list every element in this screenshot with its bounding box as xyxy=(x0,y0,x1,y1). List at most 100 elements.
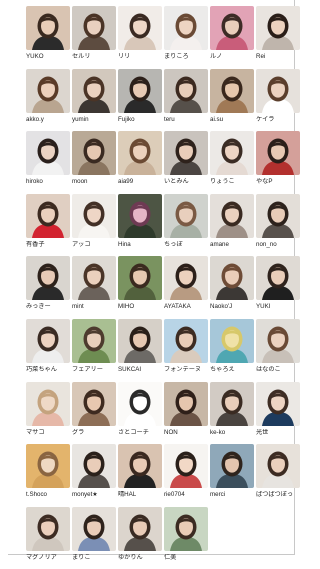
member-name[interactable]: はなのこ xyxy=(256,366,302,374)
member-avatar[interactable] xyxy=(210,318,254,363)
member-name[interactable]: ai.su xyxy=(210,116,256,124)
member-avatar[interactable] xyxy=(256,381,300,426)
member-tile[interactable]: セルリ xyxy=(72,6,118,69)
member-name[interactable]: やなP xyxy=(256,178,302,186)
member-tile[interactable]: アッコ xyxy=(72,193,118,257)
member-tile[interactable]: フォンテーヌ xyxy=(164,318,210,382)
member-avatar[interactable] xyxy=(72,381,116,426)
member-tile[interactable]: non_no xyxy=(256,193,302,257)
member-name[interactable]: SUKCAI xyxy=(118,366,164,374)
member-name[interactable]: ちっぽ xyxy=(164,241,210,249)
member-name[interactable]: りょうこ xyxy=(210,178,256,186)
member-tile[interactable]: ke-ko xyxy=(210,381,256,445)
member-avatar[interactable] xyxy=(210,193,254,238)
member-tile[interactable]: monyet★ xyxy=(72,444,118,507)
member-name[interactable]: YUKI xyxy=(256,303,302,311)
member-name[interactable]: さとコーチ xyxy=(118,429,164,437)
member-avatar[interactable] xyxy=(210,256,254,301)
member-name[interactable]: AYATAKA xyxy=(164,303,210,311)
member-avatar[interactable] xyxy=(256,68,300,113)
member-avatar[interactable] xyxy=(164,318,208,363)
member-name[interactable]: 巧菜ちゃん xyxy=(26,366,72,374)
member-name[interactable]: 有香子 xyxy=(26,241,72,249)
member-tile[interactable]: やなP xyxy=(256,131,302,194)
member-name[interactable]: teru xyxy=(164,116,210,124)
member-name[interactable]: ルノ xyxy=(210,53,256,61)
member-tile[interactable]: ケイラ xyxy=(256,68,302,132)
member-tile[interactable]: SUKCAI xyxy=(118,318,164,382)
member-avatar[interactable] xyxy=(118,256,162,301)
member-avatar[interactable] xyxy=(118,6,162,50)
member-tile[interactable]: aia99 xyxy=(118,131,164,194)
member-name[interactable]: アッコ xyxy=(72,241,118,249)
member-avatar[interactable] xyxy=(26,506,70,551)
member-tile[interactable]: ルノ xyxy=(210,6,256,69)
member-tile[interactable]: 有香子 xyxy=(26,193,72,257)
member-name[interactable]: Fujiko xyxy=(118,116,164,124)
member-avatar[interactable] xyxy=(26,318,70,363)
member-name[interactable]: monyet★ xyxy=(72,491,118,499)
member-tile[interactable]: Hina xyxy=(118,193,164,257)
member-tile[interactable]: 巧菜ちゃん xyxy=(26,318,72,382)
member-tile[interactable]: マグノリア xyxy=(26,506,72,569)
member-tile[interactable]: mint xyxy=(72,256,118,319)
member-name[interactable]: MIHO xyxy=(118,303,164,311)
member-name[interactable]: Naoko'J xyxy=(210,303,256,311)
member-avatar[interactable] xyxy=(118,506,162,551)
member-name[interactable]: 光世 xyxy=(256,429,302,437)
member-avatar[interactable] xyxy=(210,68,254,113)
member-avatar[interactable] xyxy=(164,6,208,50)
member-tile[interactable]: フェアリー xyxy=(72,318,118,382)
member-tile[interactable]: YUKI xyxy=(256,256,302,319)
member-tile[interactable]: akko.y xyxy=(26,68,72,132)
member-tile[interactable]: AYATAKA xyxy=(164,256,210,319)
member-name[interactable]: ケイラ xyxy=(256,116,302,124)
member-name[interactable]: 晴HAL xyxy=(118,491,164,499)
member-name[interactable]: ちゃろえ xyxy=(210,366,256,374)
member-name[interactable]: ぱつぱつぼっ xyxy=(256,491,302,499)
member-name[interactable]: non_no xyxy=(256,241,302,249)
member-tile[interactable]: みっきー xyxy=(26,256,72,319)
member-avatar[interactable] xyxy=(256,193,300,238)
member-avatar[interactable] xyxy=(256,6,300,50)
member-tile[interactable]: Naoko'J xyxy=(210,256,256,319)
member-tile[interactable]: NON xyxy=(164,381,210,445)
member-avatar[interactable] xyxy=(26,131,70,176)
member-tile[interactable]: YUKO xyxy=(26,6,72,69)
member-name[interactable]: aia99 xyxy=(118,178,164,186)
member-name[interactable]: リリ xyxy=(118,53,164,61)
member-avatar[interactable] xyxy=(256,318,300,363)
member-avatar[interactable] xyxy=(118,68,162,113)
member-tile[interactable]: 光世 xyxy=(256,381,302,445)
member-name[interactable]: merci xyxy=(210,491,256,499)
member-name[interactable]: moon xyxy=(72,178,118,186)
member-tile[interactable]: マサコ xyxy=(26,381,72,445)
member-avatar[interactable] xyxy=(118,193,162,238)
member-avatar[interactable] xyxy=(26,444,70,489)
member-tile[interactable]: りょうこ xyxy=(210,131,256,194)
member-name[interactable]: フェアリー xyxy=(72,366,118,374)
member-avatar[interactable] xyxy=(118,381,162,426)
member-avatar[interactable] xyxy=(164,193,208,238)
member-tile[interactable]: hiroko xyxy=(26,131,72,194)
member-name[interactable]: グラ xyxy=(72,429,118,437)
member-name[interactable]: まりころ xyxy=(164,53,210,61)
member-name[interactable]: いとみん xyxy=(164,178,210,186)
member-avatar[interactable] xyxy=(118,131,162,176)
member-avatar[interactable] xyxy=(72,506,116,551)
member-avatar[interactable] xyxy=(72,131,116,176)
member-tile[interactable]: MIHO xyxy=(118,256,164,319)
member-name[interactable]: t.Shoco xyxy=(26,491,72,499)
member-tile[interactable]: amane xyxy=(210,193,256,257)
member-name[interactable]: mint xyxy=(72,303,118,311)
member-name[interactable]: NON xyxy=(164,429,210,437)
member-avatar[interactable] xyxy=(72,444,116,489)
member-avatar[interactable] xyxy=(26,68,70,113)
member-tile[interactable]: merci xyxy=(210,444,256,507)
member-tile[interactable]: ちゃろえ xyxy=(210,318,256,382)
member-avatar[interactable] xyxy=(72,68,116,113)
member-avatar[interactable] xyxy=(118,318,162,363)
member-avatar[interactable] xyxy=(72,318,116,363)
member-name[interactable]: Rei xyxy=(256,53,302,61)
member-avatar[interactable] xyxy=(26,256,70,301)
